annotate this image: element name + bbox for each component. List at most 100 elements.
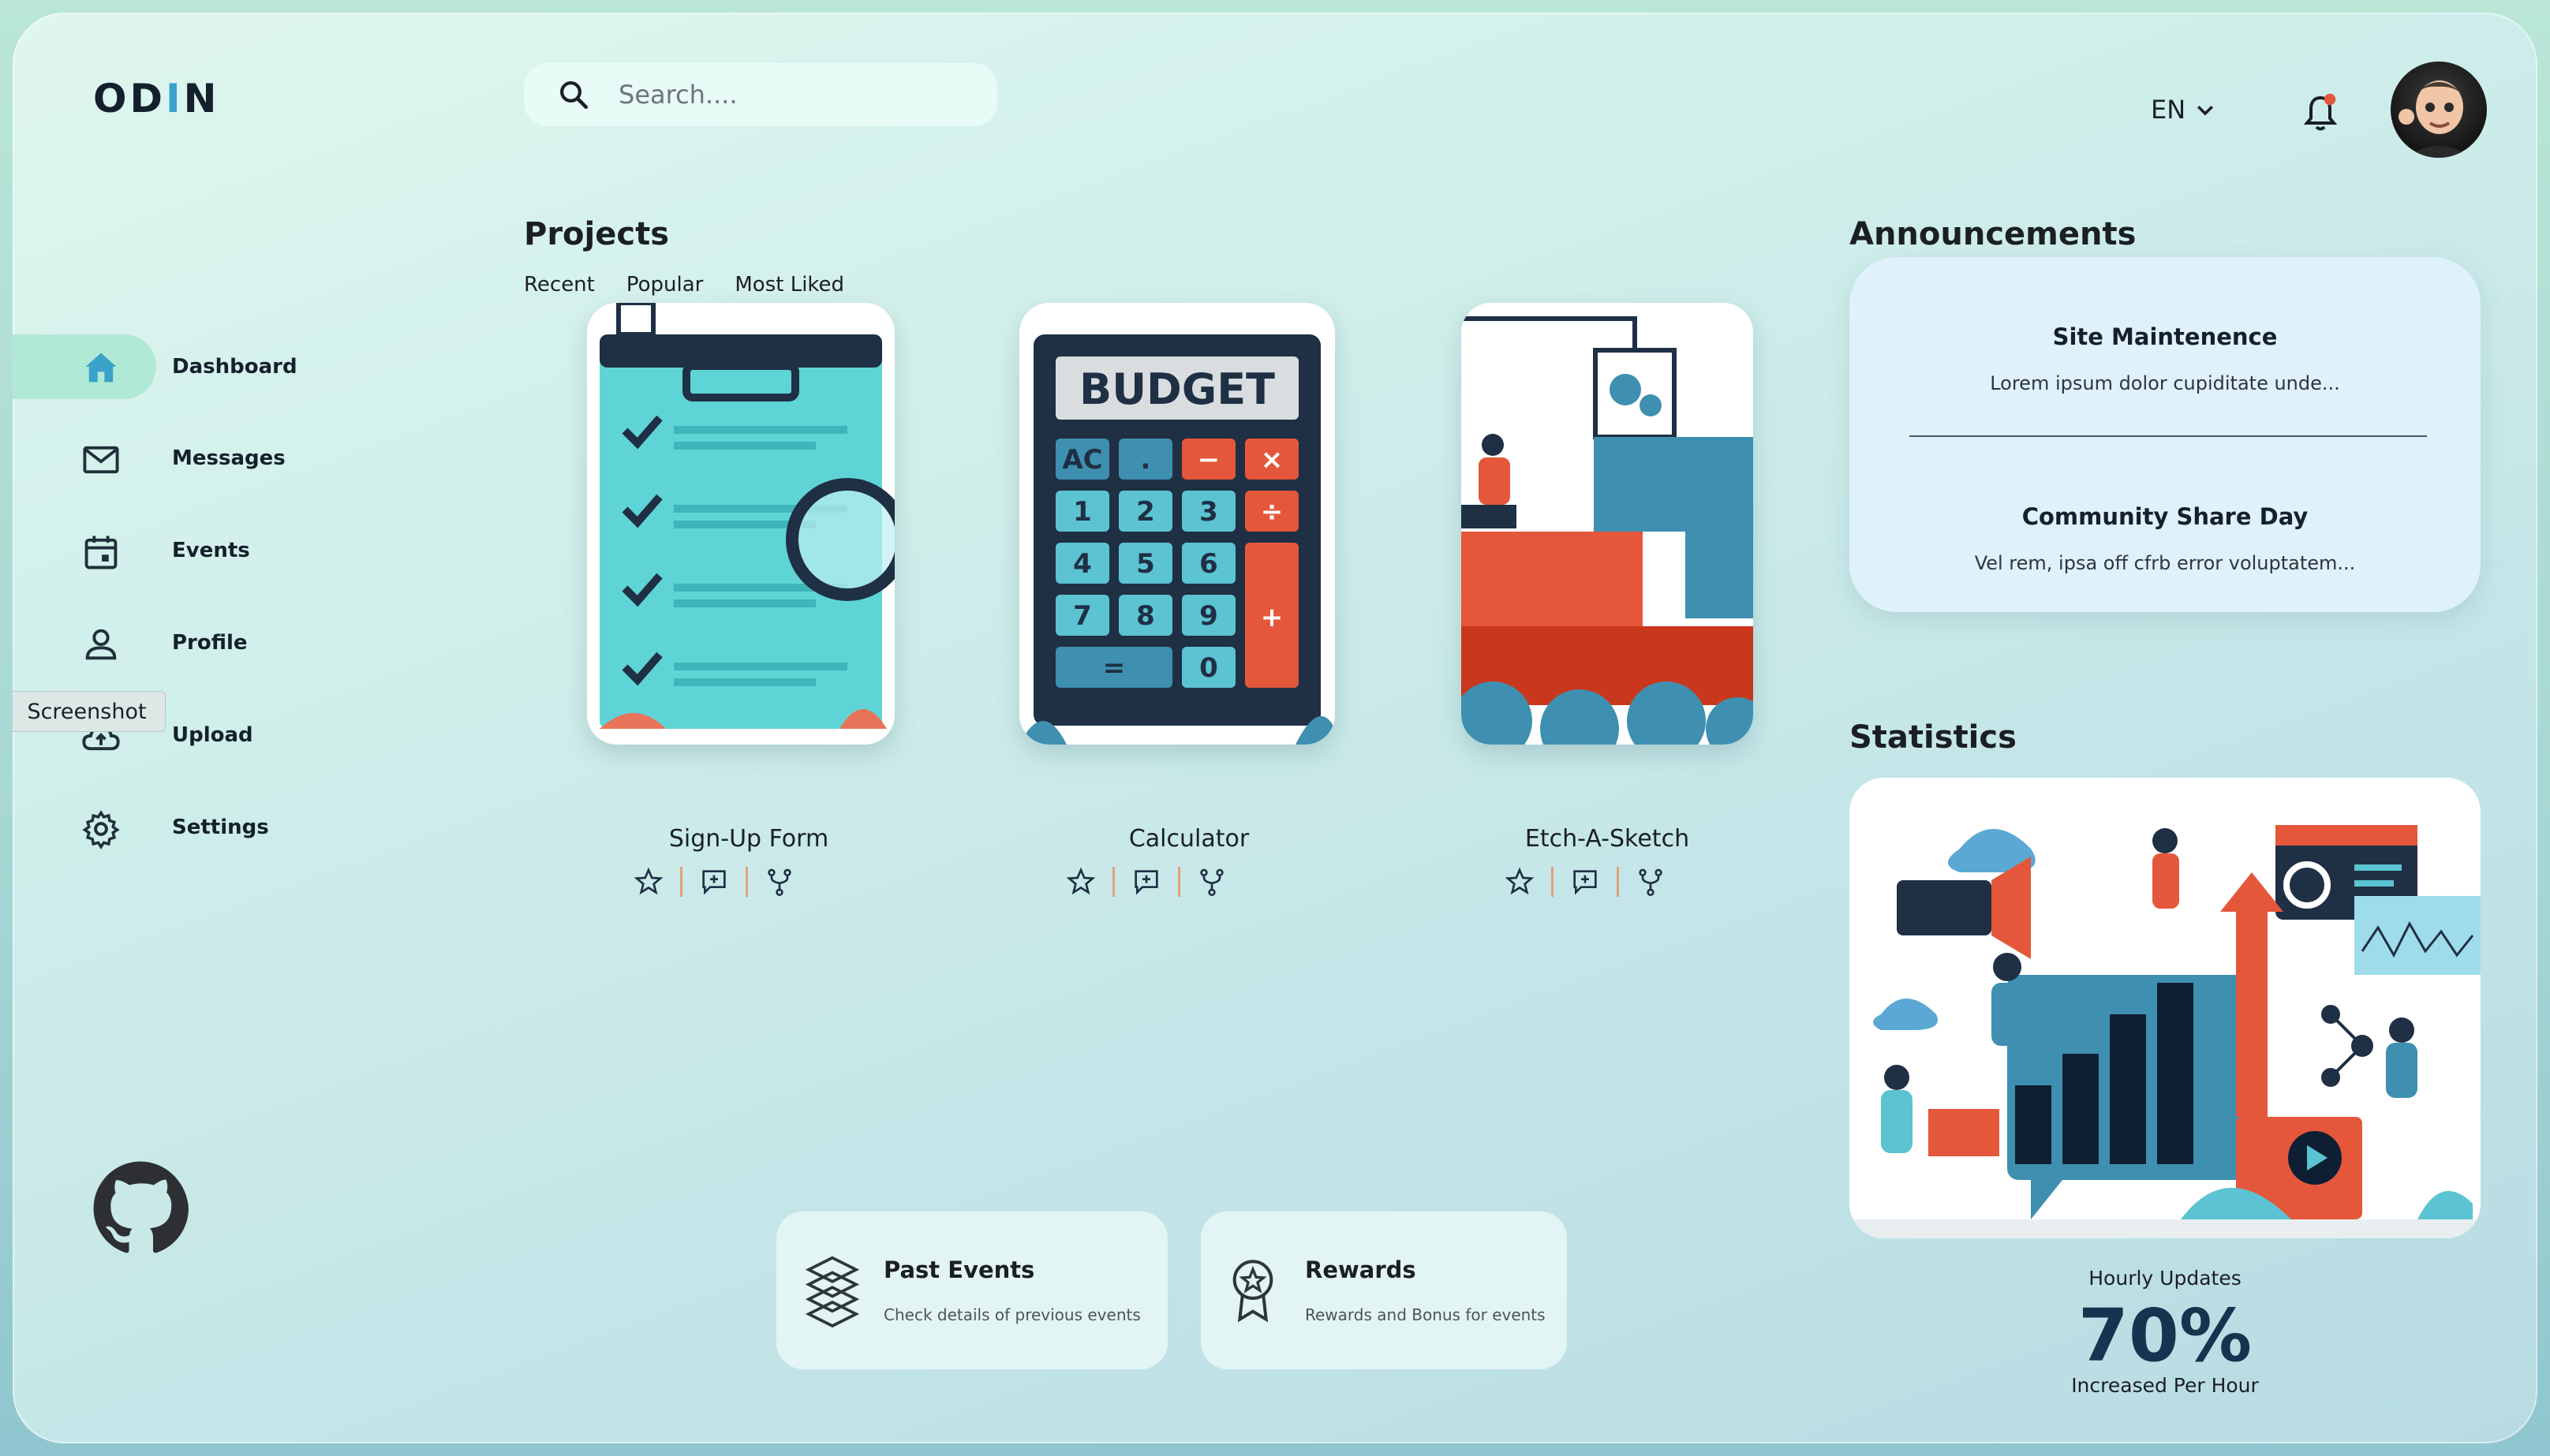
projects-tabs: Recent Popular Most Liked bbox=[524, 273, 844, 297]
budget-label: BUDGET bbox=[1079, 364, 1275, 414]
svg-text:9: 9 bbox=[1199, 600, 1218, 632]
tab-recent[interactable]: Recent bbox=[524, 273, 595, 297]
star-icon[interactable] bbox=[633, 866, 664, 898]
language-label: EN bbox=[2151, 95, 2186, 125]
announcements-panel: Site Maintenence Lorem ipsum dolor cupid… bbox=[1849, 257, 2481, 612]
avatar-memoji-icon bbox=[2399, 80, 2473, 158]
language-selector[interactable]: EN bbox=[2151, 95, 2217, 125]
sidebar-item-profile[interactable]: Profile bbox=[13, 610, 312, 675]
svg-text:4: 4 bbox=[1073, 548, 1092, 580]
card-description: Check details of previous events bbox=[884, 1305, 1141, 1324]
calculator-illustration: BUDGET AC . − × 1 2 3 ÷ 4 5 6 + 7 8 9 = … bbox=[1019, 303, 1335, 745]
search-bar[interactable] bbox=[524, 63, 997, 126]
svg-text:1: 1 bbox=[1073, 496, 1092, 528]
announcement-divider bbox=[1909, 435, 2427, 437]
svg-text:7: 7 bbox=[1073, 600, 1092, 632]
project-actions bbox=[633, 866, 795, 898]
svg-text:2: 2 bbox=[1136, 496, 1155, 528]
svg-text:6: 6 bbox=[1199, 548, 1218, 580]
svg-text:5: 5 bbox=[1136, 548, 1155, 580]
divider bbox=[746, 867, 748, 897]
past-events-card[interactable]: Past Events Check details of previous ev… bbox=[776, 1211, 1168, 1369]
award-ribbon-icon bbox=[1232, 1260, 1273, 1323]
sidebar-item-label: Upload bbox=[172, 723, 253, 747]
svg-text:×: × bbox=[1261, 444, 1284, 476]
sidebar-item-label: Messages bbox=[172, 446, 286, 470]
fork-icon[interactable] bbox=[764, 866, 795, 898]
divider bbox=[680, 867, 682, 897]
tooltip-text: Screenshot bbox=[27, 699, 147, 724]
logo-text: OD bbox=[93, 76, 166, 121]
logo-text-end: N bbox=[183, 76, 220, 121]
statistics-heading: Statistics bbox=[1849, 719, 2017, 756]
chevron-down-icon bbox=[2197, 106, 2214, 116]
sidebar-item-label: Events bbox=[172, 539, 250, 562]
stat-subcaption: Increased Per Hour bbox=[2071, 1374, 2259, 1397]
sidebar-item-label: Settings bbox=[172, 816, 269, 839]
announcement-text: Lorem ipsum dolor cupiditate unde... bbox=[1990, 372, 2340, 394]
projects-heading: Projects bbox=[524, 216, 670, 252]
announcement-text: Vel rem, ipsa off cfrb error voluptatem.… bbox=[1974, 552, 2356, 574]
star-icon[interactable] bbox=[1065, 866, 1097, 898]
statistics-illustration-card bbox=[1849, 778, 2481, 1238]
mail-icon bbox=[83, 446, 119, 474]
checklist-illustration bbox=[587, 303, 895, 745]
project-title[interactable]: Sign-Up Form bbox=[591, 825, 907, 853]
divider bbox=[1112, 867, 1115, 897]
screenshot-tooltip: Screenshot bbox=[13, 691, 166, 732]
comment-add-icon[interactable] bbox=[698, 866, 730, 898]
card-description: Rewards and Bonus for events bbox=[1305, 1305, 1546, 1324]
star-icon[interactable] bbox=[1504, 866, 1535, 898]
project-title[interactable]: Calculator bbox=[1031, 825, 1347, 853]
fork-icon[interactable] bbox=[1196, 866, 1228, 898]
sidebar-item-events[interactable]: Events bbox=[13, 518, 312, 583]
announcement-title[interactable]: Community Share Day bbox=[1849, 503, 2481, 530]
person-icon bbox=[85, 629, 117, 660]
card-title: Rewards bbox=[1305, 1256, 1416, 1283]
project-card-etch-a-sketch[interactable] bbox=[1461, 303, 1753, 745]
project-title[interactable]: Etch-A-Sketch bbox=[1461, 825, 1777, 853]
stack-badge-icon bbox=[805, 1256, 860, 1328]
project-actions bbox=[1504, 866, 1666, 898]
sidebar-item-messages[interactable]: Messages bbox=[13, 426, 312, 491]
tab-most-liked[interactable]: Most Liked bbox=[735, 273, 844, 297]
tab-popular[interactable]: Popular bbox=[626, 273, 704, 297]
svg-text:8: 8 bbox=[1136, 600, 1155, 632]
svg-text:=: = bbox=[1103, 652, 1126, 684]
comment-add-icon[interactable] bbox=[1569, 866, 1601, 898]
project-title-text: Etch-A-Sketch bbox=[1524, 825, 1690, 853]
svg-text:+: + bbox=[1261, 602, 1284, 633]
card-title: Past Events bbox=[884, 1256, 1035, 1283]
user-avatar[interactable] bbox=[2391, 62, 2487, 158]
announcements-heading: Announcements bbox=[1849, 216, 2137, 252]
svg-text:0: 0 bbox=[1199, 652, 1218, 684]
svg-text:−: − bbox=[1198, 444, 1221, 476]
divider bbox=[1551, 867, 1554, 897]
logo-accent: I bbox=[166, 76, 184, 121]
rewards-card[interactable]: Rewards Rewards and Bonus for events bbox=[1201, 1211, 1567, 1369]
stat-value: 70% bbox=[2077, 1294, 2253, 1378]
svg-text:÷: ÷ bbox=[1261, 496, 1284, 528]
svg-text:3: 3 bbox=[1199, 496, 1218, 528]
project-card-calculator[interactable]: BUDGET AC . − × 1 2 3 ÷ 4 5 6 + 7 8 9 = … bbox=[1019, 303, 1335, 745]
project-card-signup-form[interactable] bbox=[587, 303, 895, 745]
svg-text:AC: AC bbox=[1062, 444, 1102, 476]
svg-text:.: . bbox=[1141, 444, 1151, 476]
sidebar-item-dashboard[interactable]: Dashboard bbox=[13, 334, 312, 399]
divider bbox=[1617, 867, 1619, 897]
odin-logo[interactable]: ODIN bbox=[93, 76, 219, 121]
search-icon bbox=[560, 81, 589, 110]
divider bbox=[1178, 867, 1180, 897]
notification-bell-icon[interactable] bbox=[2301, 91, 2340, 136]
github-icon[interactable] bbox=[92, 1159, 189, 1257]
calendar-icon bbox=[84, 536, 118, 569]
comment-add-icon[interactable] bbox=[1131, 866, 1162, 898]
announcement-title[interactable]: Site Maintenence bbox=[1849, 323, 2481, 350]
gear-icon bbox=[82, 810, 120, 849]
stat-caption: Hourly Updates bbox=[2088, 1267, 2242, 1290]
search-input[interactable] bbox=[619, 80, 966, 110]
blocks-illustration bbox=[1461, 303, 1753, 745]
sidebar-item-settings[interactable]: Settings bbox=[13, 795, 312, 860]
analytics-illustration bbox=[1849, 778, 2481, 1238]
fork-icon[interactable] bbox=[1635, 866, 1666, 898]
